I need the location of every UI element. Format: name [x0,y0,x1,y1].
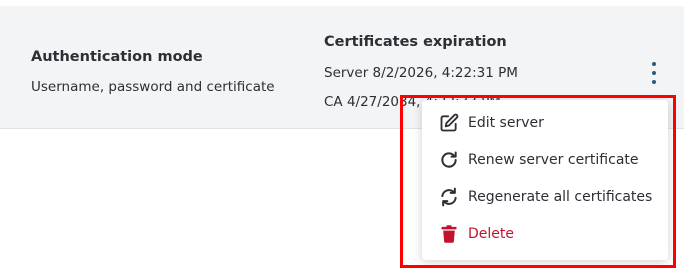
menu-item-label: Edit server [468,115,544,131]
kebab-dot [652,62,656,66]
auth-mode-value: Username, password and certificate [31,79,275,95]
menu-item-label: Renew server certificate [468,152,639,168]
menu-item-delete[interactable]: Delete [422,219,668,249]
kebab-dot [652,80,656,84]
menu-item-renew-server-certificate[interactable]: Renew server certificate [422,145,668,175]
menu-item-edit-server[interactable]: Edit server [422,108,668,138]
edit-icon [438,112,460,134]
trash-icon [438,223,460,245]
auth-mode-label: Authentication mode [31,49,203,65]
menu-item-label: Delete [468,226,514,242]
actions-menu: Edit server Renew server certificate Reg… [422,100,668,260]
menu-item-regenerate-all-certificates[interactable]: Regenerate all certificates [422,182,668,212]
kebab-dot [652,71,656,75]
refresh-icon [438,149,460,171]
menu-item-label: Regenerate all certificates [468,189,653,205]
sync-icon [438,186,460,208]
kebab-vertical-icon[interactable] [646,62,662,84]
server-cert-expiration: Server 8/2/2026, 4:22:31 PM [324,65,518,81]
certificates-expiration-label: Certificates expiration [324,34,507,50]
